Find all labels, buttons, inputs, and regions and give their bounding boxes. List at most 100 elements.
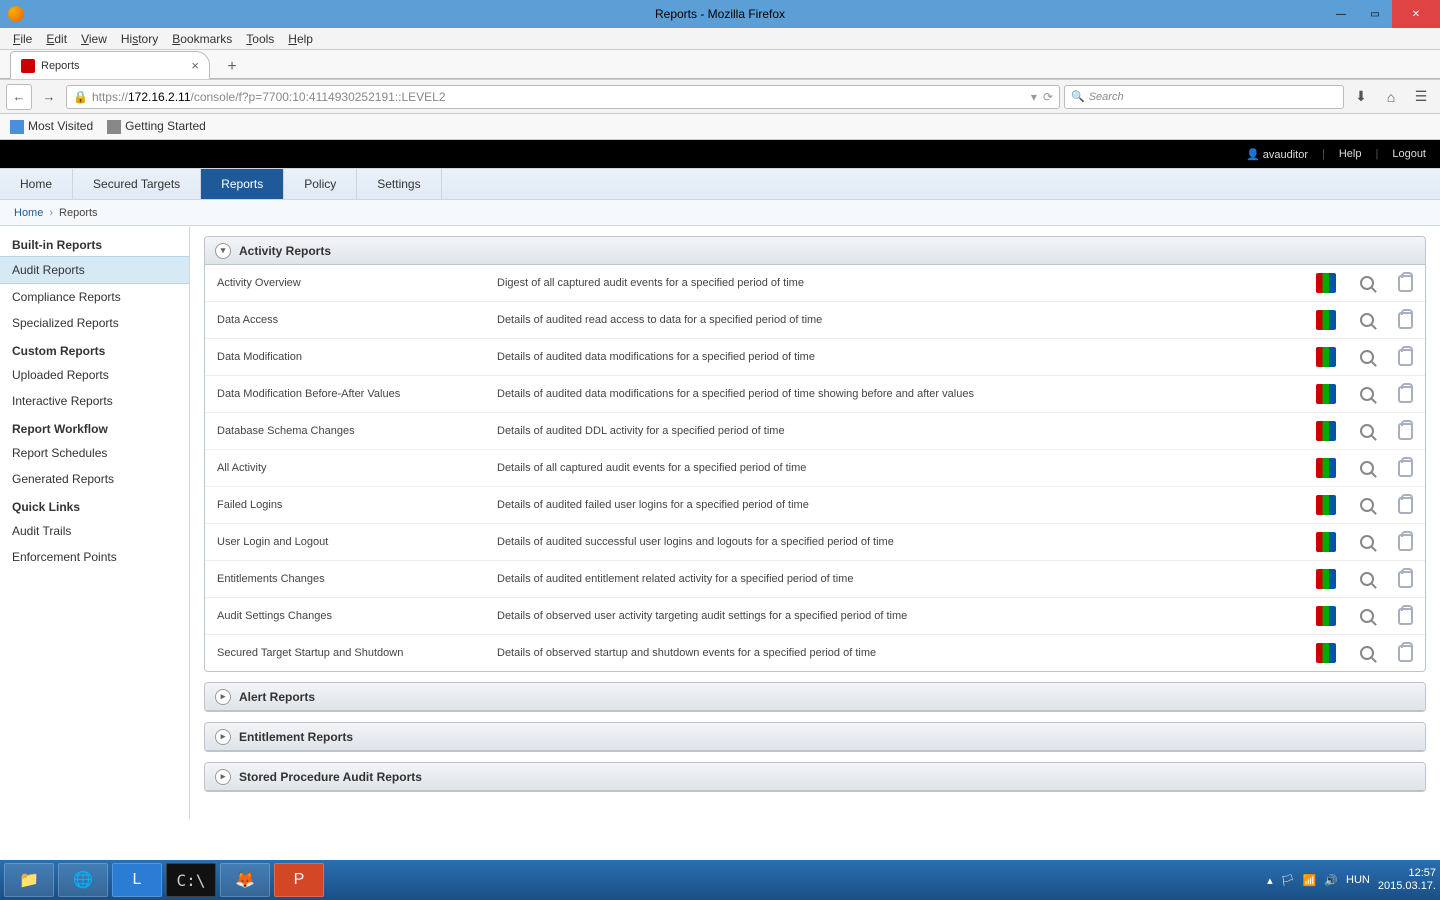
logout-link[interactable]: Logout (1392, 148, 1426, 160)
section-header-activity[interactable]: ▾ Activity Reports (205, 237, 1425, 265)
section-header-alert[interactable]: ▸ Alert Reports (205, 683, 1425, 711)
books-icon[interactable] (1316, 421, 1336, 441)
tray-up-icon[interactable]: ▴ (1267, 874, 1273, 887)
sidebar-item-uploaded[interactable]: Uploaded Reports (0, 362, 189, 388)
sidebar-item-interactive[interactable]: Interactive Reports (0, 388, 189, 414)
clipboard-icon[interactable] (1398, 349, 1413, 366)
tab-home[interactable]: Home (0, 169, 73, 199)
clipboard-icon[interactable] (1398, 534, 1413, 551)
home-icon[interactable]: ⌂ (1378, 84, 1404, 110)
menu-icon[interactable]: ☰ (1408, 84, 1434, 110)
dropdown-icon[interactable]: ▾ (1031, 90, 1037, 104)
report-name[interactable]: Audit Settings Changes (205, 598, 485, 635)
magnify-icon[interactable] (1360, 646, 1374, 660)
forward-button[interactable]: → (36, 84, 62, 110)
tray-clock[interactable]: 12:57 2015.03.17. (1378, 867, 1436, 893)
taskbar-cmd[interactable]: C:\ (166, 863, 216, 897)
taskbar-ie[interactable]: 🌐 (58, 863, 108, 897)
new-tab-button[interactable]: + (220, 55, 244, 79)
magnify-icon[interactable] (1360, 313, 1374, 327)
menu-history[interactable]: History (114, 32, 165, 46)
menu-tools[interactable]: Tools (239, 32, 281, 46)
sidebar-item-schedules[interactable]: Report Schedules (0, 440, 189, 466)
reload-icon[interactable]: ⟳ (1043, 90, 1053, 104)
report-name[interactable]: Failed Logins (205, 487, 485, 524)
books-icon[interactable] (1316, 643, 1336, 663)
url-bar[interactable]: 🔒 https://172.16.2.11/console/f?p=7700:1… (66, 85, 1060, 109)
books-icon[interactable] (1316, 458, 1336, 478)
books-icon[interactable] (1316, 273, 1336, 293)
magnify-icon[interactable] (1360, 461, 1374, 475)
section-header-stored[interactable]: ▸ Stored Procedure Audit Reports (205, 763, 1425, 791)
taskbar-firefox[interactable]: 🦊 (220, 863, 270, 897)
minimize-button[interactable]: — (1324, 0, 1358, 28)
tray-volume-icon[interactable]: 🔊 (1324, 874, 1338, 887)
books-icon[interactable] (1316, 310, 1336, 330)
taskbar-explorer[interactable]: 📁 (4, 863, 54, 897)
close-button[interactable]: ✕ (1392, 0, 1440, 28)
clipboard-icon[interactable] (1398, 275, 1413, 292)
crumb-home[interactable]: Home (14, 207, 43, 219)
magnify-icon[interactable] (1360, 609, 1374, 623)
tab-settings[interactable]: Settings (357, 169, 441, 199)
magnify-icon[interactable] (1360, 424, 1374, 438)
tab-secured-targets[interactable]: Secured Targets (73, 169, 201, 199)
books-icon[interactable] (1316, 347, 1336, 367)
back-button[interactable]: ← (6, 84, 32, 110)
menu-bookmarks[interactable]: Bookmarks (165, 32, 239, 46)
menu-view[interactable]: View (74, 32, 114, 46)
bookmark-getting-started[interactable]: Getting Started (107, 119, 206, 134)
books-icon[interactable] (1316, 532, 1336, 552)
tab-policy[interactable]: Policy (284, 169, 357, 199)
magnify-icon[interactable] (1360, 572, 1374, 586)
magnify-icon[interactable] (1360, 498, 1374, 512)
magnify-icon[interactable] (1360, 350, 1374, 364)
sidebar-item-specialized[interactable]: Specialized Reports (0, 310, 189, 336)
search-bar[interactable]: 🔍 Search (1064, 85, 1344, 109)
report-name[interactable]: All Activity (205, 450, 485, 487)
taskbar-outlook[interactable]: L (112, 863, 162, 897)
sidebar-item-audit-reports[interactable]: Audit Reports (0, 256, 189, 284)
report-name[interactable]: Database Schema Changes (205, 413, 485, 450)
magnify-icon[interactable] (1360, 387, 1374, 401)
taskbar-powerpoint[interactable]: P (274, 863, 324, 897)
sidebar-item-trails[interactable]: Audit Trails (0, 518, 189, 544)
clipboard-icon[interactable] (1398, 460, 1413, 477)
report-name[interactable]: Data Modification Before-After Values (205, 376, 485, 413)
books-icon[interactable] (1316, 606, 1336, 626)
bookmark-most-visited[interactable]: Most Visited (10, 119, 93, 134)
downloads-icon[interactable]: ⬇ (1348, 84, 1374, 110)
report-name[interactable]: Activity Overview (205, 265, 485, 302)
help-link[interactable]: Help (1339, 148, 1362, 160)
sidebar-item-enforce[interactable]: Enforcement Points (0, 544, 189, 570)
books-icon[interactable] (1316, 384, 1336, 404)
report-name[interactable]: Entitlements Changes (205, 561, 485, 598)
menu-help[interactable]: Help (281, 32, 320, 46)
report-name[interactable]: Data Access (205, 302, 485, 339)
user-label[interactable]: avauditor (1246, 148, 1308, 161)
tab-close-icon[interactable]: × (191, 58, 199, 73)
menu-edit[interactable]: Edit (39, 32, 74, 46)
tray-flag-icon[interactable]: 🏳 (1281, 874, 1295, 887)
menu-file[interactable]: File (6, 32, 39, 46)
tray-lang[interactable]: HUN (1346, 874, 1370, 886)
books-icon[interactable] (1316, 569, 1336, 589)
tray-wifi-icon[interactable]: 📶 (1303, 874, 1317, 887)
clipboard-icon[interactable] (1398, 423, 1413, 440)
section-header-entitle[interactable]: ▸ Entitlement Reports (205, 723, 1425, 751)
magnify-icon[interactable] (1360, 535, 1374, 549)
report-name[interactable]: User Login and Logout (205, 524, 485, 561)
books-icon[interactable] (1316, 495, 1336, 515)
sidebar-item-generated[interactable]: Generated Reports (0, 466, 189, 492)
magnify-icon[interactable] (1360, 276, 1374, 290)
tab-reports[interactable]: Reports (201, 169, 284, 199)
maximize-button[interactable]: ▭ (1358, 0, 1392, 28)
browser-tab[interactable]: Reports × (10, 51, 210, 79)
report-name[interactable]: Secured Target Startup and Shutdown (205, 635, 485, 672)
clipboard-icon[interactable] (1398, 312, 1413, 329)
clipboard-icon[interactable] (1398, 571, 1413, 588)
clipboard-icon[interactable] (1398, 645, 1413, 662)
sidebar-item-compliance[interactable]: Compliance Reports (0, 284, 189, 310)
clipboard-icon[interactable] (1398, 608, 1413, 625)
report-name[interactable]: Data Modification (205, 339, 485, 376)
